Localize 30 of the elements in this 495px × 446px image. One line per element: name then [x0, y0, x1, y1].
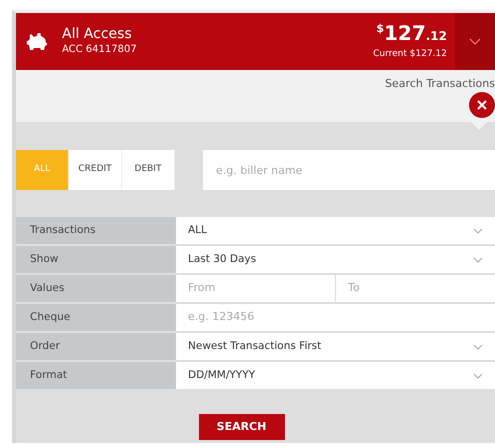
- chevron-down-icon: [473, 344, 483, 350]
- chevron-down-icon[interactable]: [469, 38, 481, 45]
- account-number: ACC 64117807: [62, 43, 137, 58]
- field-label: Format: [16, 362, 176, 389]
- select-field[interactable]: Newest Transactions First: [176, 333, 495, 360]
- field-label: Show: [16, 246, 176, 273]
- input-field[interactable]: e.g. 123456: [176, 304, 495, 331]
- close-icon: [477, 100, 487, 110]
- search-button[interactable]: SEARCH: [198, 414, 284, 440]
- close-button[interactable]: [469, 92, 495, 118]
- field-label: Order: [16, 333, 176, 360]
- field-label: Cheque: [16, 304, 176, 331]
- search-title: Search Transactions: [385, 76, 495, 92]
- input-field[interactable]: To: [335, 275, 495, 302]
- chevron-down-icon: [473, 372, 483, 378]
- filter-tab[interactable]: CREDIT: [69, 150, 122, 190]
- field-label: Values: [16, 275, 176, 302]
- select-field[interactable]: DD/MM/YYYY: [176, 362, 495, 389]
- filter-tab[interactable]: DEBIT: [122, 150, 175, 190]
- current-balance: Current $127.12: [373, 48, 447, 61]
- input-field[interactable]: From: [176, 275, 335, 302]
- field-label: Transactions: [16, 217, 176, 244]
- account-name: All Access: [62, 26, 133, 42]
- chevron-down-icon: [473, 256, 483, 262]
- chevron-down-icon: [473, 228, 483, 234]
- piggy-bank-icon: [26, 32, 48, 50]
- select-field[interactable]: ALL: [176, 217, 495, 244]
- balance-amount: $^{$}$127.12: [376, 22, 447, 44]
- select-field[interactable]: Last 30 Days: [176, 246, 495, 273]
- search-field[interactable]: e.g. biller name: [203, 150, 495, 190]
